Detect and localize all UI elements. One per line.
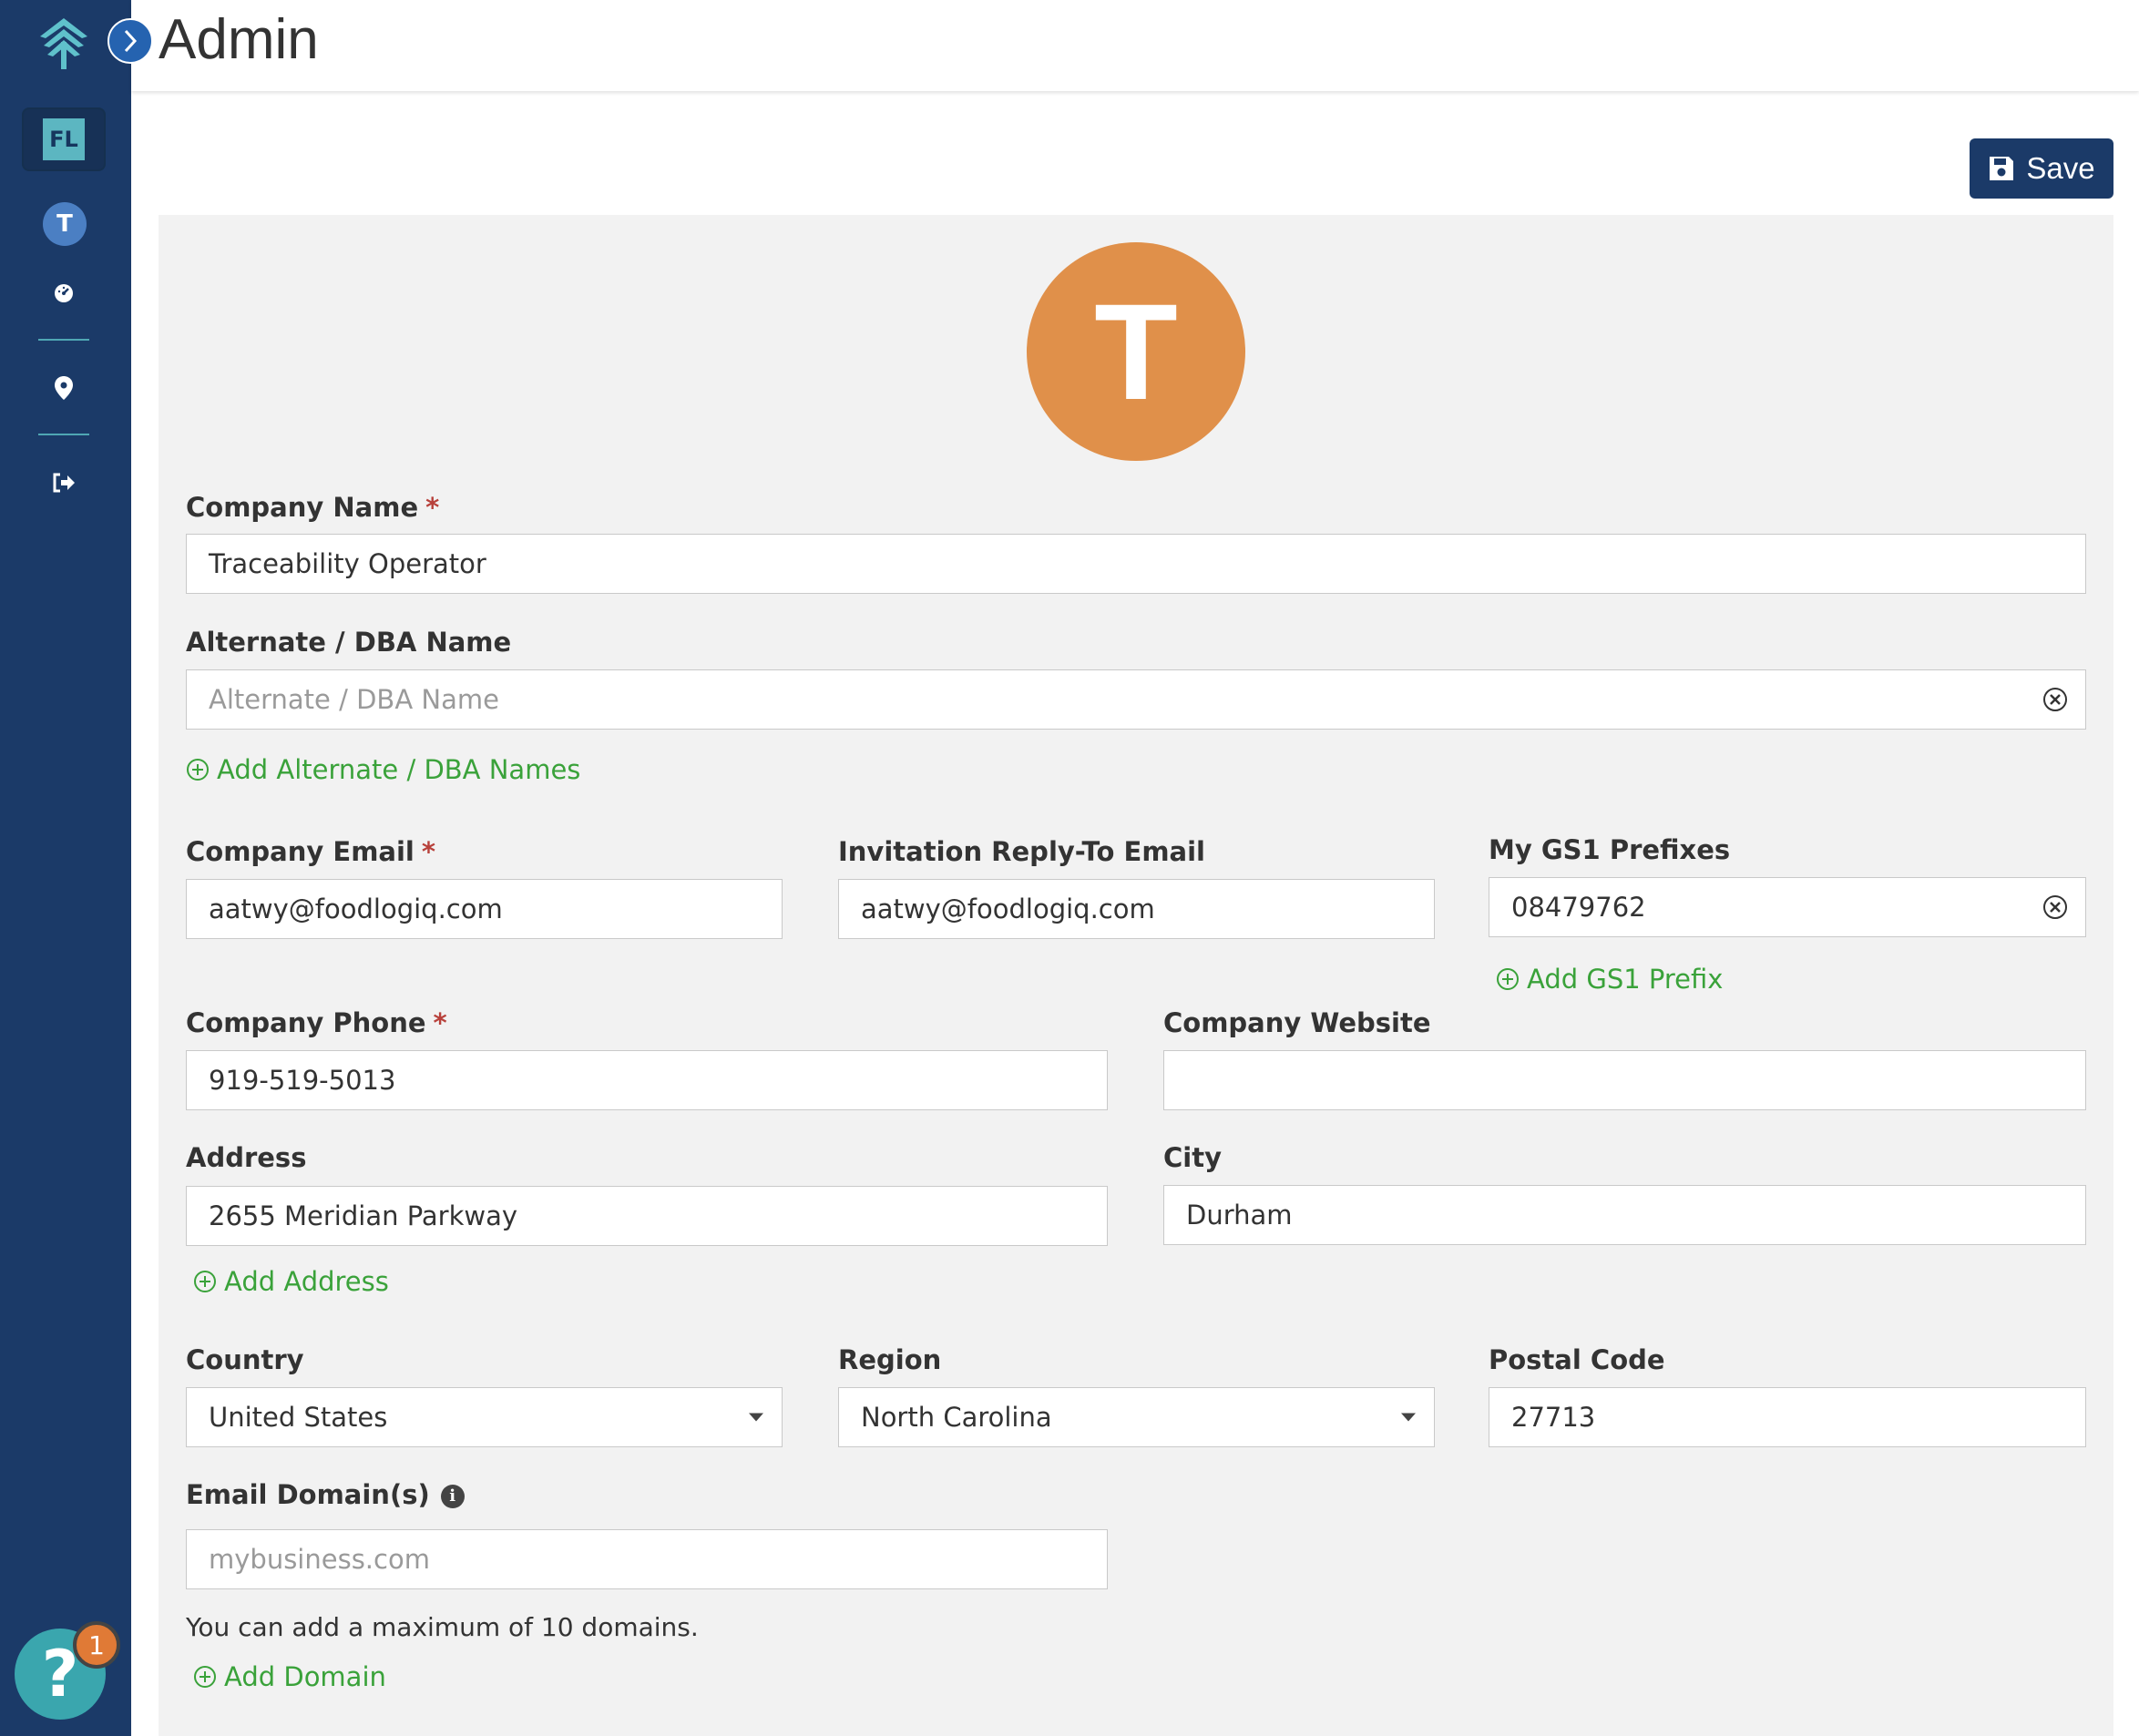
email-domain-input[interactable]: mybusiness.com [186, 1529, 1108, 1589]
company-name-label: Company Name * [186, 492, 440, 523]
sidebar-divider [38, 434, 89, 435]
postal-code-input[interactable]: 27713 [1489, 1387, 2086, 1447]
country-select[interactable]: United States [186, 1387, 783, 1447]
postal-code-label: Postal Code [1489, 1344, 1665, 1375]
sign-out-icon[interactable] [51, 470, 77, 495]
help-notification-badge: 1 [73, 1621, 120, 1669]
email-domains-help-text: You can add a maximum of 10 domains. [186, 1612, 699, 1642]
city-input[interactable]: Durham [1163, 1185, 2086, 1245]
plus-circle-icon [187, 759, 209, 781]
page-title: Admin [159, 8, 319, 71]
add-domain-link[interactable]: Add Domain [193, 1661, 386, 1692]
company-website-input[interactable] [1163, 1050, 2086, 1110]
sidebar-divider [38, 339, 89, 341]
company-email-input[interactable]: aatwy@foodlogiq.com [186, 879, 783, 939]
alt-name-label: Alternate / DBA Name [186, 627, 512, 658]
company-avatar[interactable]: T [1027, 242, 1245, 461]
plus-circle-icon [194, 1666, 216, 1688]
clear-circle-icon[interactable] [2042, 686, 2069, 713]
chevron-down-icon [749, 1413, 763, 1422]
gs1-prefixes-label: My GS1 Prefixes [1489, 834, 1731, 865]
company-website-label: Company Website [1163, 1007, 1431, 1038]
address-input[interactable]: 2655 Meridian Parkway [186, 1186, 1108, 1246]
company-name-input[interactable]: Traceability Operator [186, 534, 2086, 594]
company-email-label: Company Email * [186, 836, 436, 867]
gs1-prefix-input[interactable]: 08479762 [1489, 877, 2086, 937]
city-label: City [1163, 1142, 1222, 1173]
location-pin-icon[interactable] [51, 375, 77, 401]
sidebar: FL T [0, 0, 131, 1736]
app-logo-icon[interactable] [36, 15, 91, 73]
save-button[interactable]: Save [1970, 138, 2113, 199]
company-phone-label: Company Phone * [186, 1007, 447, 1038]
country-label: Country [186, 1344, 304, 1375]
region-label: Region [838, 1344, 942, 1375]
user-avatar[interactable]: T [43, 202, 87, 246]
add-gs1-prefix-link[interactable]: Add GS1 Prefix [1496, 964, 1723, 995]
sidebar-expand-button[interactable] [107, 18, 153, 64]
add-address-link[interactable]: Add Address [193, 1266, 389, 1297]
plus-circle-icon [194, 1271, 216, 1292]
chevron-down-icon [1401, 1413, 1416, 1422]
alt-name-input[interactable]: Alternate / DBA Name [186, 669, 2086, 730]
dashboard-gauge-icon[interactable] [51, 281, 77, 306]
floppy-disk-icon [1990, 157, 2014, 180]
clear-circle-icon[interactable] [2042, 894, 2069, 921]
org-switcher[interactable]: FL [24, 109, 104, 169]
info-icon[interactable]: i [440, 1485, 465, 1508]
region-select[interactable]: North Carolina [838, 1387, 1435, 1447]
address-label: Address [186, 1142, 307, 1173]
company-phone-input[interactable]: 919-519-5013 [186, 1050, 1108, 1110]
reply-email-label: Invitation Reply-To Email [838, 836, 1205, 867]
chevron-right-icon [124, 29, 138, 53]
reply-email-input[interactable]: aatwy@foodlogiq.com [838, 879, 1435, 939]
save-button-label: Save [2026, 151, 2095, 185]
page-header: Admin [131, 0, 2139, 91]
email-domains-label: Email Domain(s) i [186, 1479, 465, 1510]
org-badge: FL [43, 118, 85, 160]
add-alt-name-link[interactable]: Add Alternate / DBA Names [186, 754, 580, 785]
plus-circle-icon [1497, 968, 1519, 990]
